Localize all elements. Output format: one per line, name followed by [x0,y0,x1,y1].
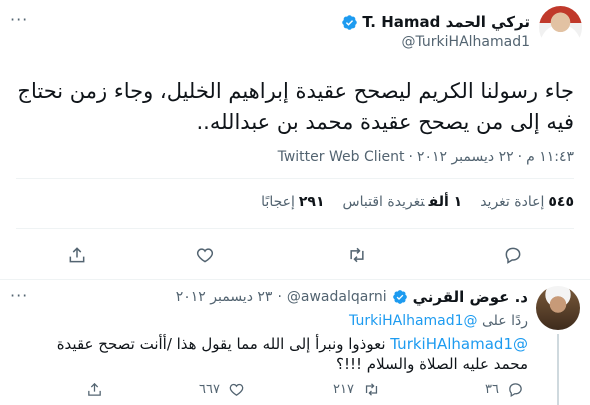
retweets-stat[interactable]: ٥٤٥إعادة تغريد [480,194,574,210]
quotes-stat[interactable]: ١ ألفتغريدة اقتباس [343,194,463,210]
tweet-client[interactable]: Twitter Web Client [278,149,405,165]
like-icon [229,383,244,396]
reply-reply-action[interactable]: ٣٦ [485,381,524,398]
reply-share-action[interactable] [86,381,103,398]
retweet-count: ٢١٧ [333,382,354,397]
replying-to-handle[interactable]: @TurkiHAlhamad1 [349,313,478,329]
reply-like-action[interactable]: ٦٦٧ [199,381,245,398]
reply-tweet[interactable]: د. عوض القرني @awadalqarni · ٢٣ ديسمبر ٢… [0,280,590,405]
reply-author-name[interactable]: د. عوض القرني [413,288,528,306]
share-icon [88,382,101,396]
tweet-meta: ١١:٤٣ م · ٢٢ ديسمبر ٢٠١٢ · Twitter Web C… [278,149,574,165]
tweet-actions [0,244,590,268]
retweet-icon[interactable] [346,244,368,266]
verified-badge-icon [342,14,358,30]
tweet-date[interactable]: ٢٢ ديسمبر ٢٠١٢ [417,149,514,165]
likes-count: ٢٩١ [298,194,325,210]
author-avatar[interactable] [539,6,582,49]
retweet-icon [365,383,378,396]
verified-badge-icon [392,290,407,304]
more-options-icon[interactable]: ··· [10,10,28,29]
divider [16,228,574,229]
reply-count: ٣٦ [485,382,499,397]
main-tweet: تركي الحمد T. Hamad @TurkiHAlhamad1 ··· … [0,0,590,280]
reply-actions: ٣٦ ٢١٧ ٦٦٧ [0,381,590,401]
reply-more-options-icon[interactable]: ··· [10,286,28,305]
likes-stat[interactable]: ٢٩١إعجابًا [261,194,324,210]
reply-retweet-action[interactable]: ٢١٧ [333,381,381,398]
reply-header: د. عوض القرني @awadalqarni · ٢٣ ديسمبر ٢… [176,288,528,306]
like-icon[interactable] [194,244,216,266]
retweets-label: إعادة تغريد [480,194,545,210]
author-handle[interactable]: @TurkiHAlhamad1 [401,34,530,50]
reply-text: @TurkiHAlhamad1 نعوذوا ونبرأ إلى الله مم… [28,334,528,374]
share-icon[interactable] [66,244,88,266]
reply-icon [509,383,522,398]
replying-prefix: ردًا على [482,313,528,329]
tweet-stats: ٥٤٥إعادة تغريد ١ ألفتغريدة اقتباس ٢٩١إعج… [261,194,574,210]
reply-separator: · [277,289,282,305]
quotes-count: ١ ألف [428,194,463,210]
replying-to: ردًا على @TurkiHAlhamad1 [349,313,528,329]
reply-icon[interactable] [502,244,524,266]
meta-separator: · [517,149,523,165]
reply-mention[interactable]: @TurkiHAlhamad1 [390,335,528,353]
like-count: ٦٦٧ [199,382,220,397]
quotes-label: تغريدة اقتباس [342,194,425,210]
reply-date[interactable]: ٢٣ ديسمبر ٢٠١٢ [176,289,273,305]
meta-separator: · [408,149,413,165]
retweets-count: ٥٤٥ [548,194,574,210]
reply-author-avatar[interactable] [536,286,580,330]
reply-author-handle[interactable]: @awadalqarni [287,289,387,305]
divider [16,178,574,179]
likes-label: إعجابًا [261,194,295,210]
author-name-row[interactable]: تركي الحمد T. Hamad [341,12,530,32]
tweet-time[interactable]: ١١:٤٣ م [526,149,574,165]
tweet-text: جاء رسولنا الكريم ليصحح عقيدة إبراهيم ال… [17,79,574,134]
author-name[interactable]: تركي الحمد T. Hamad [362,13,530,31]
